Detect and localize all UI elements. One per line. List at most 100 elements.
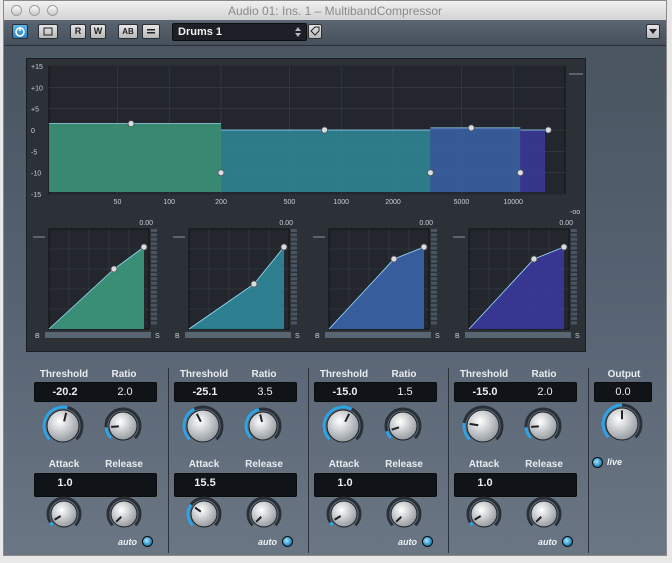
band-3-ratio-value[interactable]: 1.5 (380, 386, 430, 398)
frequency-band-display[interactable]: +15 +10 +5 0 -5 -10 -15 50 100 200 500 1000 2000 5000… (27, 59, 585, 351)
curve-scrollbar[interactable] (325, 332, 431, 338)
meter-segment (431, 317, 437, 320)
band-4-attack-knob[interactable] (466, 492, 510, 536)
curve-3-ratio-handle[interactable] (420, 243, 428, 251)
band-4-auto-release-icon[interactable] (562, 536, 573, 547)
meter-segment (291, 242, 297, 246)
band-3-ratio-knob[interactable] (381, 404, 425, 448)
band-1-attack-knob[interactable] (46, 492, 90, 536)
band-2-ratio-knob[interactable] (241, 404, 285, 448)
band-4-release-label: Release (525, 459, 563, 470)
band-3-area[interactable] (430, 127, 521, 192)
band-3-release-knob[interactable] (386, 492, 430, 536)
meter-segment (431, 229, 437, 232)
meter-segment (571, 286, 577, 290)
band-3-threshold-knob[interactable] (321, 404, 365, 448)
options-dropdown-button[interactable] (646, 24, 660, 39)
bypass-button[interactable] (38, 24, 58, 39)
meter-segment (571, 312, 577, 316)
band-1-attack-value[interactable]: 1.0 (40, 477, 90, 489)
write-automation-button[interactable]: W (90, 24, 106, 39)
preset-menu-button[interactable] (142, 24, 160, 39)
live-indicator-icon[interactable] (592, 457, 603, 468)
ab-compare-button[interactable]: AB (118, 24, 138, 39)
knob-body (250, 500, 278, 528)
meter-segment (571, 290, 577, 294)
band-4-threshold-knob[interactable] (461, 404, 505, 448)
band-4-area[interactable] (520, 130, 545, 192)
crossover-handle-1[interactable] (217, 169, 225, 177)
meter-segment (291, 312, 297, 316)
curve-bypass-label: B (455, 333, 460, 340)
curve-1-threshold-handle[interactable] (110, 265, 118, 273)
output-knob[interactable] (600, 402, 644, 446)
band-2-threshold-value[interactable]: -25.1 (180, 386, 230, 398)
crossover-handle-2[interactable] (427, 169, 434, 177)
updown-arrows-icon[interactable] (293, 26, 303, 38)
band-1-auto-release-icon[interactable] (142, 536, 153, 547)
knob-body (50, 500, 78, 528)
freq-label: 500 (284, 199, 296, 206)
preset-browser-button[interactable] (308, 24, 322, 39)
band-2-gain-handle[interactable] (321, 126, 328, 134)
meter-segment (571, 229, 577, 232)
band-3-attack-value[interactable]: 1.0 (320, 477, 370, 489)
band-1-release-knob[interactable] (106, 492, 150, 536)
band-2-attack-knob[interactable] (186, 492, 230, 536)
band-2-release-knob[interactable] (246, 492, 290, 536)
band-4-attack-value[interactable]: 1.0 (460, 477, 510, 489)
band-3-attack-knob[interactable] (326, 492, 370, 536)
band-2-threshold-knob[interactable] (181, 404, 225, 448)
curve-bypass-label: B (175, 333, 180, 340)
meter-segment (151, 277, 157, 281)
curve-4-ratio-handle[interactable] (560, 243, 568, 251)
band-1-threshold-value[interactable]: -20.2 (40, 386, 90, 398)
band-4-ratio-value[interactable]: 2.0 (520, 386, 570, 398)
knob-body (190, 500, 218, 528)
title-bar[interactable]: Audio 01: Ins. 1 – MultibandCompressor (4, 1, 666, 21)
band-3-threshold-value[interactable]: -15.0 (320, 386, 370, 398)
read-automation-button[interactable]: R (70, 24, 86, 39)
band-1-area[interactable] (49, 123, 221, 192)
curve-3-threshold-handle[interactable] (390, 255, 398, 263)
freq-label: 50 (114, 199, 122, 206)
curve-4-threshold-handle[interactable] (530, 255, 538, 263)
knob-body (326, 409, 360, 443)
curve-1-ratio-handle[interactable] (140, 243, 148, 251)
meter-segment (151, 286, 157, 290)
band-1-threshold-knob[interactable] (41, 404, 85, 448)
band-2-area[interactable] (221, 130, 431, 192)
crossover-handle-3[interactable] (516, 169, 524, 177)
curve-scrollbar[interactable] (45, 332, 151, 338)
meter-segment (151, 259, 157, 263)
band-2-auto-label: auto (258, 537, 277, 547)
curve-2-ratio-handle[interactable] (280, 243, 288, 251)
band-2-auto-release-icon[interactable] (282, 536, 293, 547)
band-4-ratio-knob[interactable] (521, 404, 565, 448)
curve-bypass-label: B (315, 333, 320, 340)
power-button[interactable] (12, 24, 28, 39)
curve-2-threshold-handle[interactable] (250, 280, 258, 288)
band-3-auto-release-icon[interactable] (422, 536, 433, 547)
band-1-gain-handle[interactable] (127, 120, 135, 127)
band-2-attack-value[interactable]: 15.5 (180, 477, 230, 489)
band-4-gain-handle[interactable] (544, 126, 552, 134)
band-1-ratio-value[interactable]: 2.0 (100, 386, 150, 398)
band-4-release-knob[interactable] (526, 492, 570, 536)
output-value-box[interactable]: 0.0 (594, 382, 652, 402)
curve-scrollbar[interactable] (465, 332, 571, 338)
band-2-ratio-value[interactable]: 3.5 (240, 386, 290, 398)
meter-segment (431, 242, 437, 246)
band-4-threshold-value[interactable]: -15.0 (460, 386, 510, 398)
preset-selector[interactable]: Drums 1 (172, 23, 307, 41)
toolbar: R W AB Drums 1 (4, 20, 666, 46)
knob-body (466, 409, 500, 443)
band-3-gain-handle[interactable] (467, 124, 475, 132)
knob-body (390, 500, 418, 528)
meter-segment (151, 273, 157, 276)
curve-scrollbar[interactable] (185, 332, 291, 338)
meter-segment (431, 308, 437, 312)
band-2-release-label: Release (245, 459, 283, 470)
band-1-ratio-knob[interactable] (101, 404, 145, 448)
knob-body (186, 409, 220, 443)
